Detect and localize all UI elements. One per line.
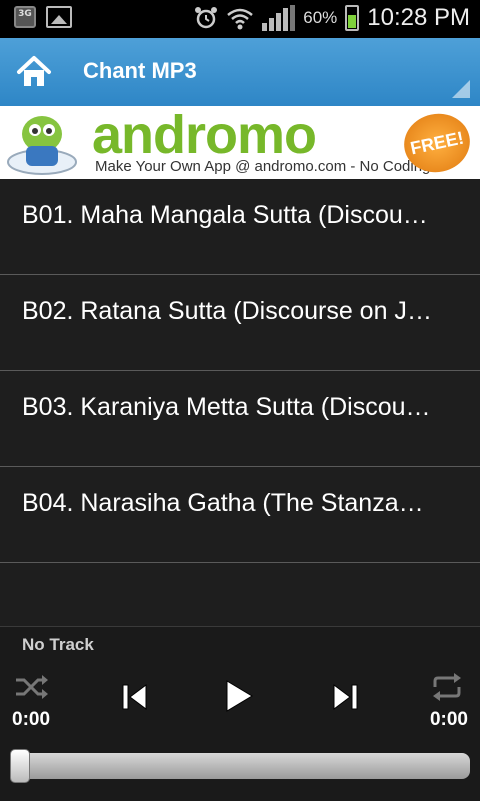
next-icon[interactable] bbox=[332, 683, 358, 711]
elapsed-time: 0:00 bbox=[12, 709, 51, 730]
banner-brand: andromo bbox=[92, 106, 317, 165]
3g-icon: 3G bbox=[14, 6, 36, 28]
list-item-track-1[interactable]: B01. Maha Mangala Sutta (Discourse on Bl… bbox=[0, 179, 480, 275]
android-robot-icon bbox=[7, 116, 77, 175]
list-item-track-2[interactable]: B02. Ratana Sutta (Discourse on Jewels) bbox=[0, 275, 480, 371]
now-playing-label: No Track bbox=[22, 635, 94, 654]
image-notification-icon bbox=[46, 6, 72, 28]
total-duration: 0:00 bbox=[429, 709, 468, 730]
alarm-icon bbox=[195, 7, 218, 29]
track-label: B03. Karaniya Metta Sutta (Discourse on … bbox=[22, 393, 434, 421]
list-item-track-3[interactable]: B03. Karaniya Metta Sutta (Discourse on … bbox=[0, 371, 480, 467]
status-bar: 3G 60% 10:28 PM bbox=[0, 0, 480, 38]
battery-icon bbox=[345, 5, 360, 31]
home-icon[interactable] bbox=[16, 54, 52, 90]
track-label: B02. Ratana Sutta (Discourse on Jewels) bbox=[22, 297, 434, 325]
status-clock: 10:28 PM bbox=[367, 4, 470, 31]
track-label: B01. Maha Mangala Sutta (Discourse on Bl… bbox=[22, 201, 434, 229]
media-player: No Track 0:00 0:00 bbox=[0, 626, 480, 801]
wifi-icon bbox=[227, 8, 254, 30]
previous-icon[interactable] bbox=[122, 683, 148, 711]
seek-bar[interactable] bbox=[10, 753, 470, 779]
play-icon[interactable] bbox=[224, 679, 254, 713]
seek-thumb[interactable] bbox=[10, 749, 30, 783]
signal-icon bbox=[262, 5, 296, 31]
banner-tagline: Make Your Own App @ andromo.com - No Cod… bbox=[95, 158, 431, 175]
repeat-icon[interactable] bbox=[430, 673, 464, 701]
track-list: B01. Maha Mangala Sutta (Discourse on Bl… bbox=[0, 179, 480, 563]
battery-percent: 60% bbox=[303, 8, 338, 27]
overflow-corner-icon bbox=[452, 80, 470, 98]
action-bar: Chant MP3 bbox=[0, 38, 480, 106]
app-title: Chant MP3 bbox=[83, 58, 197, 83]
track-label: B04. Narasiha Gatha (The Stanzas of the … bbox=[22, 489, 434, 517]
shuffle-icon[interactable] bbox=[14, 673, 50, 701]
list-item-track-4[interactable]: B04. Narasiha Gatha (The Stanzas of the … bbox=[0, 467, 480, 563]
andromo-banner-ad[interactable]: andromo Make Your Own App @ andromo.com … bbox=[0, 106, 480, 179]
